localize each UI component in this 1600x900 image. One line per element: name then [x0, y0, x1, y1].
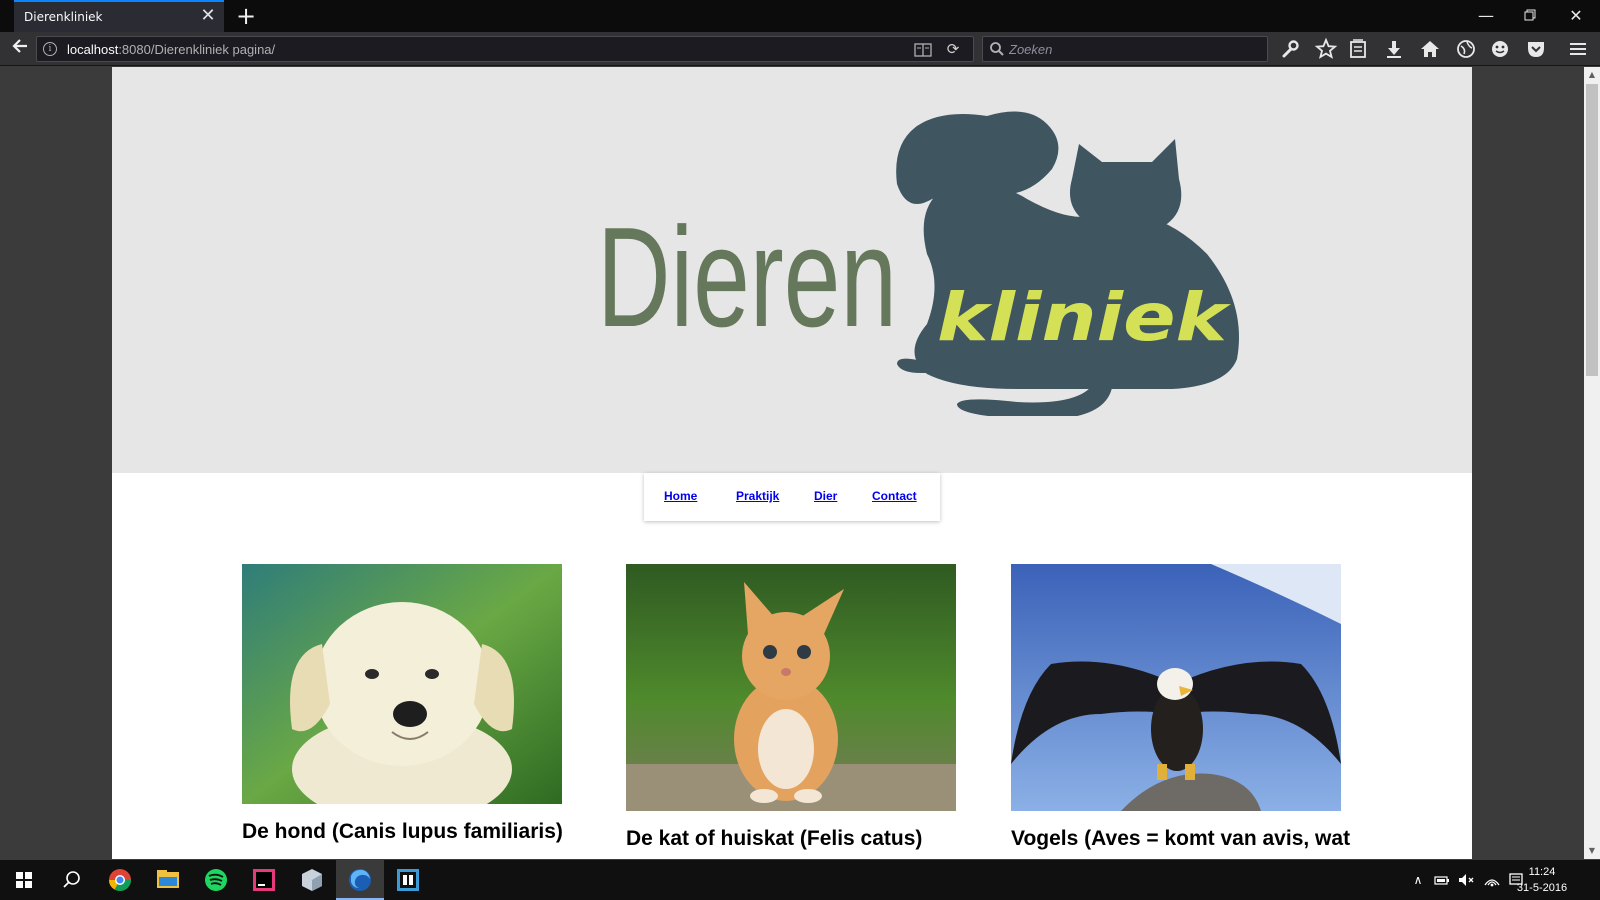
browser-viewport: Dieren kliniek Home Praktijk Dier Contac… — [0, 67, 1600, 859]
window-app-icon[interactable] — [384, 860, 432, 900]
site-header: Dieren kliniek — [112, 67, 1472, 473]
spotify-icon[interactable] — [192, 860, 240, 900]
dierenkliniek-logo: Dieren kliniek — [597, 111, 1239, 416]
search-icon — [989, 41, 1005, 57]
puppy-photo — [242, 564, 562, 804]
clock-date: 31-5-2016 — [1516, 882, 1568, 894]
chevron-up-icon[interactable]: ∧ — [1408, 870, 1428, 890]
card-title-bird: Vogels (Aves = komt van avis, wat — [1011, 827, 1351, 850]
search-bar[interactable] — [982, 36, 1268, 62]
url-path: :8080/Dierenkliniek pagina/ — [118, 42, 276, 57]
restore-icon[interactable] — [1518, 4, 1542, 28]
logo-word-dieren: Dieren — [597, 198, 897, 357]
battery-icon[interactable] — [1432, 870, 1452, 890]
intellij-icon[interactable] — [240, 860, 288, 900]
card-title-cat: De kat of huiskat (Felis catus) — [626, 827, 923, 850]
file-explorer-icon[interactable] — [144, 860, 192, 900]
navigation-toolbar: i localhost:8080/Dierenkliniek pagina/ ⟳ — [0, 32, 1600, 66]
download-icon[interactable] — [1382, 37, 1406, 61]
menu-icon[interactable] — [1566, 37, 1590, 61]
windows-taskbar: ∧ 11:24 31-5-2016 — [0, 860, 1600, 900]
chrome-icon[interactable] — [96, 860, 144, 900]
app-icon[interactable] — [288, 860, 336, 900]
search-input[interactable] — [1009, 40, 1259, 58]
close-icon[interactable]: ✕ — [198, 6, 218, 26]
globe-icon[interactable] — [1454, 37, 1478, 61]
main-navigation: Home Praktijk Dier Contact — [644, 473, 940, 521]
plus-icon[interactable]: + — [232, 2, 260, 30]
tab-dierenkliniek[interactable]: Dierenkliniek ✕ — [14, 0, 224, 32]
scroll-down-icon[interactable]: ▼ — [1584, 843, 1600, 859]
scroll-thumb[interactable] — [1586, 84, 1598, 376]
minimize-icon[interactable]: — — [1474, 4, 1498, 28]
url-text[interactable]: localhost:8080/Dierenkliniek pagina/ — [67, 42, 275, 57]
nav-link-contact[interactable]: Contact — [872, 489, 917, 503]
clock-time: 11:24 — [1528, 866, 1556, 878]
nav-link-praktijk[interactable]: Praktijk — [736, 489, 779, 503]
system-clock[interactable]: 11:24 31-5-2016 — [1514, 864, 1570, 896]
nav-link-home[interactable]: Home — [664, 489, 697, 503]
eagle-photo — [1011, 564, 1341, 811]
window-close-icon[interactable]: ✕ — [1564, 4, 1588, 28]
page-scrollbar[interactable]: ▲ ▼ — [1584, 67, 1600, 859]
wrench-icon[interactable] — [1278, 37, 1302, 61]
library-icon[interactable] — [1346, 37, 1370, 61]
emoji-icon[interactable] — [1488, 37, 1512, 61]
reload-icon[interactable]: ⟳ — [943, 39, 963, 59]
search-taskbar-icon[interactable] — [48, 860, 96, 900]
tab-title: Dierenkliniek — [24, 10, 103, 24]
info-icon[interactable]: i — [43, 42, 57, 56]
pocket-icon[interactable] — [1524, 37, 1548, 61]
back-arrow-icon[interactable] — [8, 37, 32, 61]
firefox-icon[interactable] — [336, 860, 384, 900]
tab-strip: Dierenkliniek ✕ + — ✕ — [0, 0, 1600, 32]
wifi-icon[interactable] — [1482, 870, 1502, 890]
url-bar[interactable]: i localhost:8080/Dierenkliniek pagina/ ⟳ — [36, 36, 974, 62]
scroll-up-icon[interactable]: ▲ — [1584, 67, 1600, 83]
home-icon[interactable] — [1418, 37, 1442, 61]
logo-word-kliniek: kliniek — [937, 279, 1232, 356]
windows-start-icon[interactable] — [0, 860, 48, 900]
kitten-photo — [626, 564, 956, 811]
web-page: Dieren kliniek Home Praktijk Dier Contac… — [112, 67, 1472, 859]
volume-muted-icon[interactable] — [1456, 870, 1476, 890]
star-icon[interactable] — [1314, 37, 1338, 61]
url-host: localhost — [67, 42, 119, 57]
reader-view-icon[interactable] — [913, 41, 933, 59]
nav-link-dier[interactable]: Dier — [814, 489, 837, 503]
card-title-dog: De hond (Canis lupus familiaris) — [242, 820, 563, 843]
